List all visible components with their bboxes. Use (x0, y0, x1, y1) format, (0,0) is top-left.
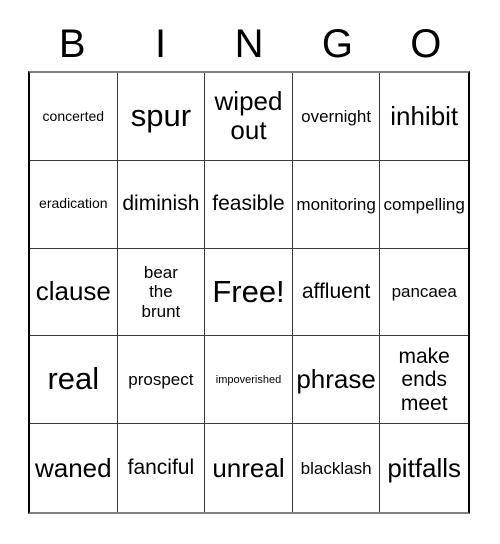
bingo-cell-label: diminish (122, 192, 200, 216)
bingo-cell-label: eradication (39, 195, 108, 212)
bingo-cell[interactable]: blacklash (292, 424, 381, 512)
bingo-cell[interactable]: inhibit (380, 73, 468, 161)
bingo-cell[interactable]: pitfalls (380, 424, 468, 512)
bingo-cell[interactable]: eradication (30, 160, 118, 249)
bingo-cell-label: blacklash (300, 458, 372, 478)
bingo-cell-label: spur (130, 98, 192, 134)
bingo-cell-label: overnight (301, 106, 372, 126)
bingo-cell-label: clause (35, 276, 111, 307)
bingo-cell-label: feasible (212, 192, 285, 216)
bingo-cell[interactable]: diminish (117, 160, 206, 249)
bingo-grid: concerted spur wiped out overnight inhibit er… (28, 71, 470, 514)
bingo-cell-label: wiped out (214, 86, 283, 146)
header-letter-b: B (58, 22, 86, 66)
bingo-cell[interactable]: phrase (292, 336, 381, 425)
bingo-cell-label: Free! (212, 273, 285, 309)
header-letter-g: G (321, 22, 353, 66)
bingo-cell[interactable]: make ends meet (380, 336, 468, 425)
bingo-cell[interactable]: spur (117, 73, 206, 161)
header-letter-n: N (234, 22, 264, 66)
bingo-card: B I N G O concerted spur wiped out overnigh… (0, 0, 500, 544)
bingo-cell-label: compelling (383, 194, 465, 214)
bingo-cell-label: pancaea (391, 282, 457, 302)
bingo-cell[interactable]: pancaea (380, 248, 468, 337)
bingo-cell[interactable]: real (30, 336, 118, 425)
bingo-cell-label: pitfalls (387, 452, 462, 483)
bingo-cell[interactable]: prospect (117, 336, 206, 425)
bingo-cell[interactable]: wiped out (205, 73, 293, 161)
bingo-cell-label: affluent (301, 280, 371, 304)
bingo-cell-label: unreal (212, 452, 285, 483)
bingo-cell[interactable]: feasible (205, 160, 293, 249)
bingo-cell[interactable]: waned (30, 424, 118, 512)
bingo-cell-label: waned (34, 452, 112, 483)
bingo-cell[interactable]: bear the brunt (117, 248, 206, 337)
bingo-cell-label: real (47, 361, 100, 397)
bingo-cell-label: fanciful (127, 456, 195, 480)
bingo-cell-label: prospect (128, 370, 194, 390)
bingo-cell[interactable]: fanciful (117, 424, 206, 512)
header-letter-o: O (410, 22, 442, 66)
bingo-cell-label: phrase (296, 364, 376, 395)
bingo-header: B I N G O (28, 18, 470, 70)
bingo-cell-label: impoverished (215, 373, 282, 386)
bingo-cell-label: make ends meet (398, 344, 450, 415)
bingo-cell[interactable]: compelling (380, 160, 468, 249)
bingo-cell[interactable]: overnight (292, 73, 381, 161)
bingo-cell-label: monitoring (296, 194, 376, 214)
bingo-cell-label: inhibit (390, 100, 459, 131)
header-letter-i: I (155, 22, 167, 66)
bingo-cell[interactable]: clause (30, 248, 118, 337)
bingo-cell[interactable]: concerted (30, 73, 118, 161)
bingo-cell[interactable]: unreal (205, 424, 293, 512)
bingo-cell[interactable]: impoverished (205, 336, 293, 425)
bingo-cell[interactable]: monitoring (292, 160, 381, 249)
bingo-cell[interactable]: affluent (292, 248, 381, 337)
bingo-cell[interactable]: Free! (205, 248, 293, 337)
bingo-cell-label: bear the brunt (141, 263, 181, 321)
bingo-cell-label: concerted (42, 107, 105, 124)
